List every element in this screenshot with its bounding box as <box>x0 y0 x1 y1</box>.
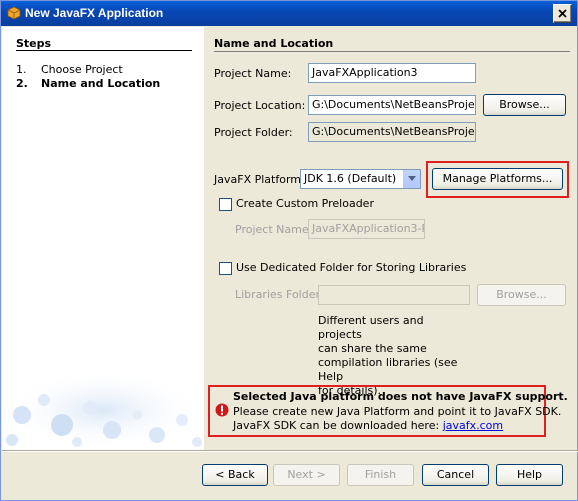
step-label: Name and Location <box>41 77 161 90</box>
browse-libraries-button: Browse... <box>477 284 566 306</box>
preloader-project-name-label: Project Name: <box>235 223 313 236</box>
create-preloader-checkbox[interactable] <box>219 198 232 211</box>
dropdown-arrow[interactable] <box>403 170 420 188</box>
step-number: 2. <box>16 77 28 90</box>
help-button[interactable]: Help <box>496 464 563 486</box>
platform-selected-value: JDK 1.6 (Default) <box>304 172 397 185</box>
close-button[interactable] <box>553 4 572 23</box>
manage-platforms-button[interactable]: Manage Platforms... <box>432 168 563 190</box>
main-content: Name and Location Project Name: JavaFXAp… <box>204 27 577 450</box>
chevron-down-icon <box>408 176 416 181</box>
javafx-link[interactable]: javafx.com <box>443 419 503 432</box>
help-line: can share the same <box>318 342 427 355</box>
error-download-text: JavaFX SDK can be downloaded here: <box>233 419 440 432</box>
error-icon <box>215 403 229 417</box>
steps-heading: Steps <box>16 37 52 50</box>
project-location-input[interactable]: G:\Documents\NetBeansProjects\ <box>308 95 476 115</box>
project-name-label: Project Name: <box>214 67 292 80</box>
preloader-project-name-input: JavaFXApplication3-Pre <box>308 219 425 239</box>
libraries-folder-input <box>318 285 470 305</box>
next-button: Next > <box>273 464 340 486</box>
dialog-window: New JavaFX Application Steps 1. Choose Pr… <box>0 0 578 501</box>
cancel-button[interactable]: Cancel <box>422 464 489 486</box>
steps-panel: Steps 1. Choose Project 2. Name and Locati… <box>2 27 204 450</box>
error-message-line1: Please create new Java Platform and poin… <box>233 405 562 418</box>
help-line: Different users and projects <box>318 314 424 341</box>
dedicated-libraries-checkbox[interactable] <box>219 262 232 275</box>
step-label: Choose Project <box>41 63 123 76</box>
back-button[interactable]: < Back <box>202 464 268 486</box>
title-bar[interactable]: New JavaFX Application <box>1 1 577 26</box>
javafx-platform-select[interactable]: JDK 1.6 (Default) <box>300 169 421 189</box>
netbeans-cube-icon <box>7 6 21 20</box>
step-name-and-location: 2. Name and Location <box>16 77 160 90</box>
footer-divider-highlight <box>2 451 578 452</box>
decorative-bubbles-image <box>2 370 204 450</box>
project-folder-label: Project Folder: <box>214 126 293 139</box>
window-title: New JavaFX Application <box>25 6 164 20</box>
dedicated-libraries-label[interactable]: Use Dedicated Folder for Storing Librari… <box>236 261 466 274</box>
error-title: Selected Java platform does not have Jav… <box>233 390 568 403</box>
javafx-platform-label: JavaFX Platform: <box>214 173 305 186</box>
steps-divider <box>16 50 192 51</box>
help-line: compilation libraries (see Help <box>318 356 458 383</box>
finish-button: Finish <box>347 464 414 486</box>
close-icon <box>558 9 567 18</box>
error-message-line2: JavaFX SDK can be downloaded here: javaf… <box>233 419 503 432</box>
project-name-input[interactable]: JavaFXApplication3 <box>308 63 476 83</box>
create-preloader-label[interactable]: Create Custom Preloader <box>236 197 374 210</box>
browse-location-button[interactable]: Browse... <box>483 94 566 116</box>
section-divider <box>214 51 570 52</box>
project-location-label: Project Location: <box>214 99 306 112</box>
step-number: 1. <box>16 63 27 76</box>
step-choose-project: 1. Choose Project <box>16 63 123 76</box>
section-title: Name and Location <box>214 37 334 50</box>
libraries-folder-label: Libraries Folder: <box>235 288 324 301</box>
project-folder-field: G:\Documents\NetBeansProjects\J <box>308 122 476 142</box>
